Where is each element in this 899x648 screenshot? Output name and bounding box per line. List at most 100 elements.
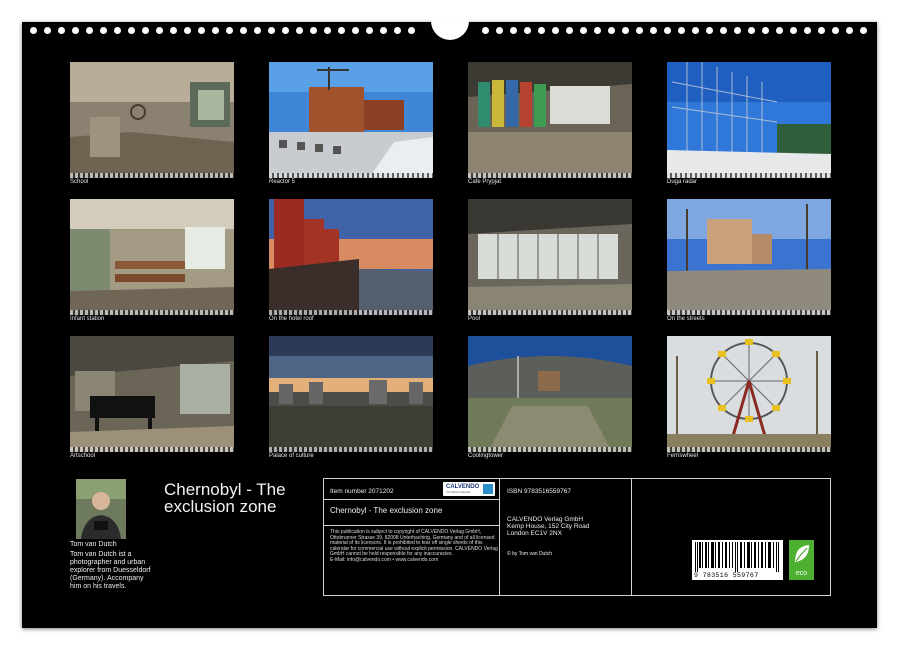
caption-duga-radar: Duga radar (667, 179, 697, 185)
publisher-info-box: Item number 2071202 CALVENDO Your Pictur… (323, 478, 831, 596)
binding-hole (324, 27, 331, 34)
caption-ferriswheel: Ferriswheel (667, 453, 698, 459)
binding-hole (720, 27, 727, 34)
binding-hole (156, 27, 163, 34)
caption-coolingtower: Coolingtower (468, 453, 503, 459)
binding-hole (352, 27, 359, 34)
item-number: Item number 2071202 (330, 488, 394, 495)
divider (631, 479, 632, 595)
film-strip (667, 310, 831, 315)
binding-hole (622, 27, 629, 34)
photo-artschool (70, 336, 234, 452)
contact-text: E-Mail: info@calvendo.com • www.calvendo… (330, 557, 438, 563)
leaf-icon (789, 540, 814, 568)
binding-hole (212, 27, 219, 34)
binding-hole (338, 27, 345, 34)
binding-hole (100, 27, 107, 34)
binding-hole (524, 27, 531, 34)
binding-hole (510, 27, 517, 34)
binding-hole (128, 27, 135, 34)
author-name: Tom van Dutch (70, 541, 117, 548)
thumbnail-artschool (70, 336, 234, 452)
binding-hole (394, 27, 401, 34)
photo-infant-station (70, 199, 234, 315)
binding-hole (804, 27, 811, 34)
film-strip (269, 447, 433, 452)
binding-hole (254, 27, 261, 34)
legal-notice: This publication is subject to copyright… (330, 530, 498, 564)
author-photo (76, 479, 126, 539)
publisher-address-1: Kemp House, 152 City Road (507, 523, 589, 530)
binding-hole (240, 27, 247, 34)
binding-hole (226, 27, 233, 34)
caption-streets: On the streets (667, 316, 705, 322)
binding-hole (296, 27, 303, 34)
binding-hole (86, 27, 93, 34)
binding-hole (636, 27, 643, 34)
binding-hole (860, 27, 867, 34)
isbn: ISBN 9783516559767 (507, 488, 571, 495)
photo-reactor-5 (269, 62, 433, 178)
binding-hole (482, 27, 489, 34)
thumbnail-reactor-5 (269, 62, 433, 178)
binding-hole (552, 27, 559, 34)
binding-hole (114, 27, 121, 34)
thumbnail-palace-of-culture (269, 336, 433, 452)
binding-hole (366, 27, 373, 34)
photo-streets (667, 199, 831, 315)
avatar (76, 479, 126, 539)
eco-label: eco (789, 570, 814, 577)
binding-hole (44, 27, 51, 34)
binding-hole (580, 27, 587, 34)
film-strip (70, 447, 234, 452)
divider (324, 499, 499, 500)
barcode-icon (692, 540, 783, 572)
thumbnail-streets (667, 199, 831, 315)
binding-hole (566, 27, 573, 34)
thumbnail-school (70, 62, 234, 178)
binding-hole (594, 27, 601, 34)
binding-hole (72, 27, 79, 34)
film-strip (667, 447, 831, 452)
film-strip (468, 173, 632, 178)
photo-pool (468, 199, 632, 315)
legal-text: This publication is subject to copyright… (330, 529, 498, 557)
binding-hole (380, 27, 387, 34)
binding-hole (282, 27, 289, 34)
photo-hotel-roof (269, 199, 433, 315)
logo-text: CALVENDO (446, 484, 479, 490)
binding-hole (538, 27, 545, 34)
caption-hotel-roof: On the hotel roof (269, 316, 314, 322)
binding-hole (664, 27, 671, 34)
binding-hole (184, 27, 191, 34)
thumbnail-ferriswheel (667, 336, 831, 452)
binding-hole (142, 27, 149, 34)
caption-artschool: Artschool (70, 453, 95, 459)
info-subtitle: Chernobyl - The exclusion zone (330, 506, 442, 515)
binding-hole (310, 27, 317, 34)
divider (324, 525, 499, 526)
photo-coolingtower (468, 336, 632, 452)
film-strip (70, 173, 234, 178)
barcode: 9 783516 559767 (692, 540, 783, 580)
binding-hole (846, 27, 853, 34)
binding-hole (776, 27, 783, 34)
photo-duga-radar (667, 62, 831, 178)
binding-hole (692, 27, 699, 34)
publisher-name: CALVENDO Verlag GmbH (507, 516, 583, 523)
caption-palace-of-culture: Palace of culture (269, 453, 314, 459)
binding-hole (496, 27, 503, 34)
film-strip (269, 173, 433, 178)
binding-hole (818, 27, 825, 34)
divider (499, 479, 500, 595)
binding-hole (734, 27, 741, 34)
caption-pool: Pool (468, 316, 480, 322)
thumbnail-infant-station (70, 199, 234, 315)
publisher-address-2: London EC1V 2NX (507, 530, 562, 537)
author-bio: Tom van Dutch ist a photographer and urb… (70, 551, 152, 591)
film-strip (468, 310, 632, 315)
binding-hole (748, 27, 755, 34)
logo-subtext: Your Picture Calendar (446, 491, 470, 494)
caption-reactor-5: Reactor 5 (269, 179, 295, 185)
binding-hole (58, 27, 65, 34)
